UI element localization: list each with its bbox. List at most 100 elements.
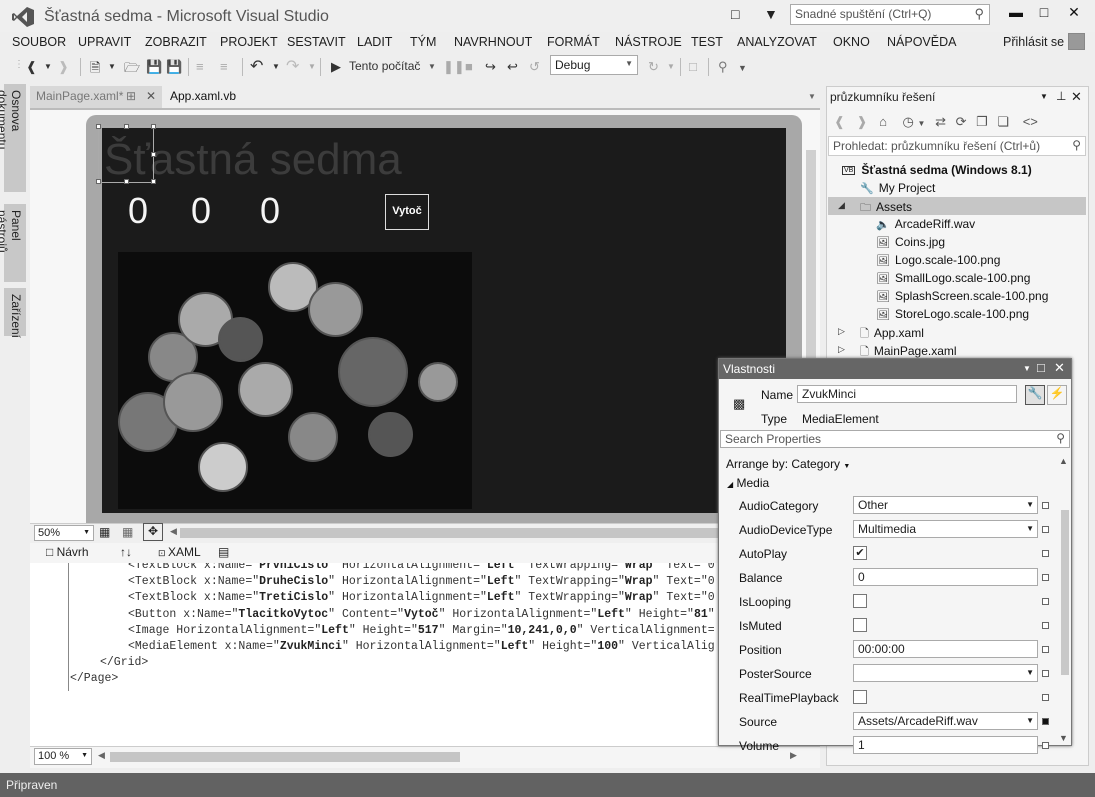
grid-toggle-icon[interactable]: ▦	[99, 525, 110, 539]
refresh-icon[interactable]: ⟳	[956, 114, 967, 129]
collapse-pane-icon[interactable]: ▤	[218, 545, 229, 559]
redo-icon[interactable]: ↷	[286, 56, 299, 76]
property-input-position[interactable]: 00:00:00	[853, 640, 1038, 658]
maximize-button[interactable]: □	[1030, 4, 1058, 24]
advanced-options-marker[interactable]	[1042, 502, 1049, 509]
advanced-options-marker[interactable]	[1042, 622, 1049, 629]
tree-item[interactable]: 🖼 SmallLogo.scale-100.png	[876, 271, 1030, 285]
forward-icon[interactable]: ❱	[58, 59, 69, 75]
menu-soubor[interactable]: SOUBOR	[12, 35, 66, 49]
feedback-icon[interactable]: □	[731, 6, 739, 22]
tab-app-xaml-vb[interactable]: App.xaml.vb	[164, 86, 242, 108]
pin-icon[interactable]: ⊞	[126, 89, 136, 103]
spin-button[interactable]: Vytoč	[385, 194, 429, 230]
find-in-files-icon[interactable]: ⚲	[718, 59, 728, 75]
first-number-text[interactable]: 0	[128, 190, 148, 232]
advanced-options-marker[interactable]	[1042, 718, 1049, 725]
coins-image[interactable]	[118, 252, 472, 509]
pause-icon[interactable]: ❚❚	[443, 59, 465, 75]
category-media[interactable]: ◢ Media	[727, 476, 769, 490]
start-debug-icon[interactable]: ▶	[331, 59, 341, 75]
tab-toolbox[interactable]: Panel nástrojů	[0, 204, 26, 282]
menu-format[interactable]: FORMÁT	[547, 35, 600, 49]
comment-icon[interactable]: ≡	[196, 59, 204, 74]
panel-menu-icon[interactable]: ▼	[1040, 92, 1048, 101]
property-select-source[interactable]: Assets/ArcadeRiff.wav ▼	[853, 712, 1038, 730]
tree-item[interactable]: 🖼 Logo.scale-100.png	[876, 253, 1000, 267]
scroll-up-icon[interactable]: ▲	[1059, 456, 1068, 466]
tree-item[interactable]: 🖼 StoreLogo.scale-100.png	[876, 307, 1029, 321]
refresh-icon[interactable]: ↻	[648, 59, 659, 75]
snap-to-lines-icon[interactable]: ✥	[143, 523, 163, 541]
expand-arrow-icon[interactable]: ▷	[838, 326, 845, 337]
toolbar-overflow-icon[interactable]: ▼	[738, 63, 747, 73]
code-line[interactable]: <MediaElement x:Name="ZvukMinci" Horizon…	[128, 640, 715, 653]
property-checkbox-islooping[interactable]	[853, 594, 867, 608]
user-avatar-icon[interactable]	[1068, 33, 1085, 50]
solution-search-input[interactable]: Prohledat: průzkumníku řešení (Ctrl+ů) ⚲	[828, 136, 1086, 156]
close-tab-icon[interactable]: ✕	[146, 89, 156, 103]
configuration-select[interactable]: Debug ▼	[550, 55, 638, 75]
refresh-dropdown-icon[interactable]: ▼	[667, 62, 675, 71]
advanced-options-marker[interactable]	[1042, 526, 1049, 533]
device-icon[interactable]: □	[689, 59, 697, 74]
tab-document-outline[interactable]: Osnova dokumentu	[0, 84, 26, 192]
code-line[interactable]: </Grid>	[100, 656, 148, 669]
toolbar-grip-icon[interactable]: ⋮	[14, 59, 24, 70]
open-file-icon[interactable]: 🗁	[124, 59, 140, 81]
advanced-options-marker[interactable]	[1042, 598, 1049, 605]
sync-icon[interactable]: ⇄	[935, 114, 946, 129]
minimize-button[interactable]: ▬	[1002, 4, 1030, 24]
selection-adorner[interactable]	[96, 124, 156, 184]
new-project-dropdown-icon[interactable]: ▼	[108, 62, 116, 71]
property-select-audiodevicetype[interactable]: Multimedia ▼	[853, 520, 1038, 538]
close-button[interactable]: ✕	[1060, 4, 1088, 24]
code-line[interactable]: <Button x:Name="TlacitkoVytoc" Content="…	[128, 608, 715, 621]
snap-to-grid-icon[interactable]: ▦	[122, 525, 133, 539]
scroll-left-icon[interactable]: ◀	[98, 750, 105, 761]
design-tab[interactable]: □ Návrh	[46, 545, 89, 559]
properties-scrollbar[interactable]	[1061, 510, 1069, 675]
editor-zoom-select[interactable]: 100 % ▼	[34, 748, 92, 765]
code-line[interactable]: <Image HorizontalAlignment="Left" Height…	[128, 624, 715, 637]
forward-icon[interactable]: ❱	[857, 114, 868, 129]
property-select-postersource[interactable]: ▼	[853, 664, 1038, 682]
tab-overflow-icon[interactable]: ▼	[808, 92, 816, 101]
designer-zoom-select[interactable]: 50% ▼	[34, 525, 94, 541]
property-select-audiocategory[interactable]: Other ▼	[853, 496, 1038, 514]
menu-zobrazit[interactable]: ZOBRAZIT	[145, 35, 207, 49]
run-target-button[interactable]: Tento počítač	[349, 59, 420, 73]
redo-dropdown-icon[interactable]: ▼	[308, 62, 316, 71]
menu-tym[interactable]: TÝM	[410, 35, 436, 49]
sign-in-link[interactable]: Přihlásit se	[1003, 35, 1064, 49]
property-checkbox-ismuted[interactable]	[853, 618, 867, 632]
menu-nastroje[interactable]: NÁSTROJE	[615, 35, 682, 49]
second-number-text[interactable]: 0	[191, 190, 211, 232]
property-input-balance[interactable]: 0	[853, 568, 1038, 586]
xaml-editor[interactable]: <TextBlock x:Name="PrvniCislo" Horizonta…	[50, 563, 820, 746]
menu-napoveda[interactable]: NÁPOVĚDA	[887, 35, 956, 49]
pending-changes-icon[interactable]: ◷	[903, 114, 914, 129]
swap-panes-button[interactable]: ↑↓	[120, 545, 132, 559]
designer-horizontal-scrollbar[interactable]	[180, 528, 720, 538]
undo-icon[interactable]: ↶	[250, 56, 263, 76]
search-properties-input[interactable]: Search Properties ⚲	[720, 430, 1070, 448]
tree-item[interactable]: 🔧 My Project	[860, 181, 935, 195]
scroll-down-icon[interactable]: ▼	[1059, 733, 1068, 743]
stop-icon[interactable]: ■	[465, 59, 473, 74]
back-icon[interactable]: ❰	[26, 59, 37, 75]
view-code-icon[interactable]: <>	[1023, 114, 1038, 129]
menu-analyzovat[interactable]: ANALYZOVAT	[737, 35, 817, 49]
advanced-options-marker[interactable]	[1042, 742, 1049, 749]
back-dropdown-icon[interactable]: ▼	[44, 62, 52, 71]
tab-mainpage-xaml[interactable]: MainPage.xaml* ⊞ ✕	[30, 86, 162, 108]
menu-okno[interactable]: OKNO	[833, 35, 870, 49]
quick-launch-input[interactable]: Snadné spuštění (Ctrl+Q) ⚲	[790, 4, 990, 25]
advanced-options-marker[interactable]	[1042, 670, 1049, 677]
tab-device[interactable]: Zařízení	[4, 288, 26, 338]
properties-wrench-icon[interactable]: 🔧	[1025, 385, 1045, 405]
menu-projekt[interactable]: PROJEKT	[220, 35, 278, 49]
expand-arrow-icon[interactable]: ▷	[838, 344, 845, 355]
notification-flag-icon[interactable]: ▼	[764, 6, 778, 22]
tree-item[interactable]: 🖼 SplashScreen.scale-100.png	[876, 289, 1048, 303]
